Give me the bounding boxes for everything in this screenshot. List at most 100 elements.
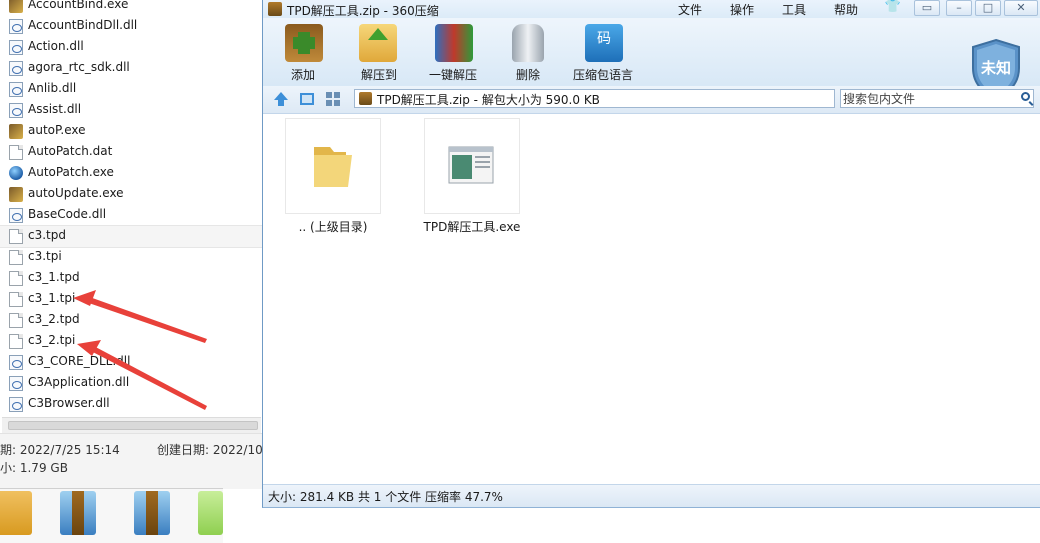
file-name: C3_CORE_DLL.dll <box>28 354 131 368</box>
file-name: C3Application.dll <box>28 375 130 389</box>
maximize-button[interactable]: □ <box>975 0 1001 16</box>
thumbnail-view-icon[interactable] <box>299 91 315 107</box>
archive-language-button[interactable]: 码 压缩包语言 <box>573 24 633 84</box>
add-button[interactable]: 添加 <box>285 24 325 84</box>
dll-icon <box>9 376 23 391</box>
title-bar[interactable]: TPD解压工具.zip - 360压缩 文件 操作 工具 帮助 👕 ▭ – □ … <box>263 0 1040 18</box>
parent-folder-icon <box>314 147 352 187</box>
file-row[interactable]: Anlib.dll <box>0 79 263 100</box>
list-view-icon[interactable] <box>325 91 341 107</box>
search-icon[interactable] <box>1021 92 1030 101</box>
exe-icon <box>9 0 23 13</box>
doc-icon <box>9 250 23 265</box>
shortcut-baidu-icon[interactable] <box>0 491 32 535</box>
dll-icon <box>9 103 23 118</box>
details-pane: 期: 2022/7/25 15:14 创建日期: 2022/10/ 小: 1.7… <box>0 433 267 489</box>
menu-help[interactable]: 帮助 <box>834 1 858 18</box>
file-name: Assist.dll <box>28 102 82 116</box>
menu-tools[interactable]: 工具 <box>782 1 806 18</box>
file-row[interactable]: C3Application.dll <box>0 373 263 394</box>
extract-to-icon <box>359 24 397 62</box>
explorer-panel: AccountBind.exe AccountBindDll.dll Action.… <box>0 0 267 543</box>
extract-to-button[interactable]: 解压到 <box>359 24 399 84</box>
file-row[interactable]: C3Browser.dll <box>0 394 263 415</box>
parent-folder-item[interactable]: .. (上级目录) <box>285 118 381 240</box>
delete-trash-icon <box>512 24 544 62</box>
doc-icon <box>9 334 23 349</box>
shortcut-archive-icon[interactable] <box>60 491 96 535</box>
file-row[interactable]: c3_1.tpd <box>0 268 263 289</box>
delete-button[interactable]: 删除 <box>510 24 550 84</box>
search-input[interactable] <box>843 91 1011 106</box>
exe-window-icon <box>448 146 494 184</box>
file-row[interactable]: AccountBind.exe <box>0 0 263 16</box>
file-name: AccountBind.exe <box>28 0 129 11</box>
zip-window: TPD解压工具.zip - 360压缩 文件 操作 工具 帮助 👕 ▭ – □ … <box>262 0 1040 508</box>
file-row[interactable]: Action.dll <box>0 37 263 58</box>
file-name: Anlib.dll <box>28 81 77 95</box>
minimize-button[interactable]: – <box>946 0 972 16</box>
shortcut-archive-icon-2[interactable] <box>134 491 170 535</box>
exe-file-item[interactable]: TPD解压工具.exe <box>424 118 520 240</box>
item-thumbnail <box>285 118 381 214</box>
doc-icon <box>9 271 23 286</box>
file-row[interactable]: c3_2.tpi <box>0 331 263 352</box>
dll-icon <box>9 208 23 223</box>
file-row[interactable]: c3.tpd <box>0 225 264 248</box>
file-name: AccountBindDll.dll <box>28 18 138 32</box>
file-name: BaseCode.dll <box>28 207 107 221</box>
file-name: c3_2.tpd <box>28 312 80 326</box>
file-name: c3_1.tpd <box>28 270 80 284</box>
file-view: .. (上级目录) TPD解压工具.exe <box>263 114 1040 484</box>
file-row[interactable]: AutoPatch.dat <box>0 142 263 163</box>
file-name: C3Browser.dll <box>28 396 110 410</box>
file-row[interactable]: autoUpdate.exe <box>0 184 263 205</box>
security-status-text: 未知 <box>980 59 1011 77</box>
shortcut-leaf-icon[interactable] <box>198 491 223 535</box>
item-caption: .. (上级目录) <box>298 220 368 234</box>
one-click-extract-button[interactable]: 一键解压 <box>429 24 477 84</box>
extract-to-label: 解压到 <box>361 68 398 82</box>
file-name: AutoPatch.exe <box>28 165 114 179</box>
address-row: TPD解压工具.zip - 解包大小为 590.0 KB V ▼ <box>263 86 1040 114</box>
doc-icon <box>9 313 23 328</box>
dll-icon <box>9 82 23 97</box>
file-row[interactable]: AutoPatch.exe <box>0 163 263 184</box>
archive-app-icon <box>268 2 282 16</box>
one-click-extract-label: 一键解压 <box>429 68 478 82</box>
exe-icon <box>9 124 23 139</box>
total-size: 小: 1.79 GB <box>0 461 68 475</box>
doc-icon <box>9 229 23 244</box>
file-row[interactable]: C3_CORE_DLL.dll <box>0 352 263 373</box>
file-name: autoP.exe <box>28 123 86 137</box>
file-name: agora_rtc_sdk.dll <box>28 60 130 74</box>
skin-shirt-icon[interactable]: 👕 <box>880 0 906 16</box>
file-row[interactable]: BaseCode.dll <box>0 205 263 226</box>
file-row[interactable]: autoP.exe <box>0 121 263 142</box>
dll-icon <box>9 19 23 34</box>
file-row[interactable]: c3_2.tpd <box>0 310 263 331</box>
file-name: c3_1.tpi <box>28 291 76 305</box>
file-row[interactable]: AccountBindDll.dll <box>0 16 263 37</box>
menu-file[interactable]: 文件 <box>678 1 702 18</box>
item-thumbnail <box>424 118 520 214</box>
status-text: 大小: 281.4 KB 共 1 个文件 压缩率 47.7% <box>268 490 503 504</box>
dll-icon <box>9 61 23 76</box>
close-button[interactable]: ✕ <box>1004 0 1038 16</box>
modified-date: 期: 2022/7/25 15:14 <box>0 443 120 457</box>
menu-operation[interactable]: 操作 <box>730 1 754 18</box>
file-row[interactable]: c3_1.tpi <box>0 289 263 310</box>
created-date: 创建日期: 2022/10/ <box>157 443 267 457</box>
file-row[interactable]: c3.tpi <box>0 247 263 268</box>
file-list: AccountBind.exe AccountBindDll.dll Action.… <box>0 0 264 415</box>
up-arrow-icon[interactable] <box>273 91 289 107</box>
address-bar[interactable]: TPD解压工具.zip - 解包大小为 590.0 KB V ▼ <box>354 89 925 108</box>
scrollbar-thumb[interactable] <box>8 421 258 430</box>
file-row[interactable]: agora_rtc_sdk.dll <box>0 58 263 79</box>
dll-icon <box>9 355 23 370</box>
feedback-button[interactable]: ▭ <box>914 0 940 16</box>
address-text: TPD解压工具.zip - 解包大小为 590.0 KB <box>377 93 600 107</box>
file-row[interactable]: Assist.dll <box>0 100 263 121</box>
add-archive-icon <box>285 24 323 62</box>
horizontal-scrollbar[interactable] <box>2 417 261 434</box>
